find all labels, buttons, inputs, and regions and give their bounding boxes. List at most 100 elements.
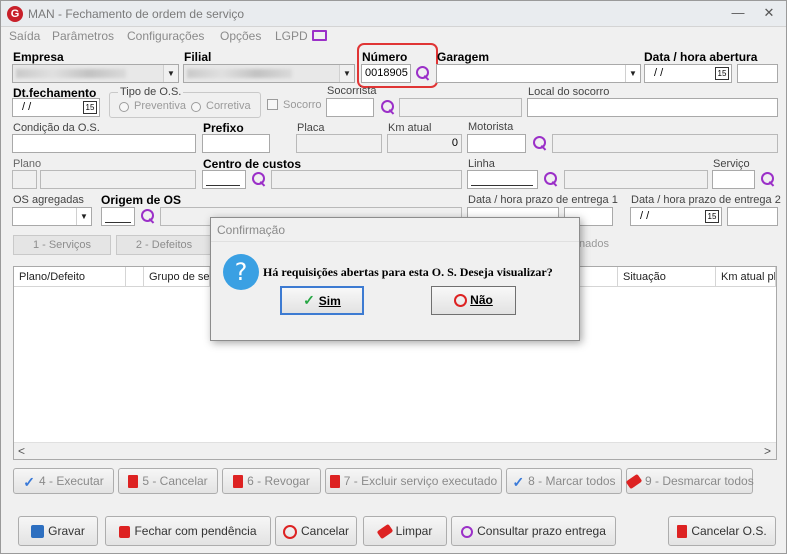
no-button[interactable]: Não bbox=[431, 286, 516, 315]
socorrista-field[interactable] bbox=[326, 98, 374, 117]
filial-select[interactable]: ▼ bbox=[183, 64, 355, 83]
excluir-servico-button[interactable]: 7 - Excluir serviço executado bbox=[325, 468, 502, 494]
gravar-button[interactable]: Gravar bbox=[18, 516, 98, 546]
empresa-select[interactable]: ▼ bbox=[12, 64, 179, 83]
cancelar-label: Cancelar bbox=[300, 524, 350, 538]
prazo2-field[interactable]: / / 15 bbox=[630, 207, 722, 226]
prazo2-value: / / bbox=[640, 210, 650, 222]
centro-custos-field[interactable] bbox=[202, 170, 246, 189]
dt-fechamento-field[interactable]: / / 15 bbox=[12, 98, 100, 117]
menu-lgpd[interactable]: LGPD bbox=[275, 29, 308, 43]
dt-fechamento-value: / / bbox=[22, 101, 32, 113]
motorista-name-field bbox=[552, 134, 778, 153]
minimize-button[interactable]: — bbox=[725, 4, 751, 22]
socorro-label: Socorro bbox=[283, 99, 322, 111]
menu-configuracoes[interactable]: Configurações bbox=[127, 29, 204, 43]
preventiva-radio[interactable] bbox=[119, 102, 129, 112]
search-icon[interactable] bbox=[251, 171, 267, 187]
data-abertura-field[interactable]: / / 15 bbox=[644, 64, 732, 83]
condicao-label: Condição da O.S. bbox=[13, 122, 100, 134]
marcar-todos-button[interactable]: ✓ 8 - Marcar todos bbox=[506, 468, 622, 494]
executar-label: 4 - Executar bbox=[39, 474, 104, 488]
dialog-title: Confirmação bbox=[211, 218, 579, 242]
col-situacao[interactable]: Situação bbox=[618, 267, 716, 287]
yes-button[interactable]: ✓ Sim bbox=[280, 286, 364, 315]
col-km-atual[interactable]: Km atual pl bbox=[716, 267, 776, 287]
search-icon[interactable] bbox=[140, 208, 156, 224]
search-icon[interactable] bbox=[760, 171, 776, 187]
corretiva-radio[interactable] bbox=[191, 102, 201, 112]
marcar-todos-label: 8 - Marcar todos bbox=[528, 474, 616, 488]
prazo2-hora-field[interactable] bbox=[727, 207, 778, 226]
scroll-left-icon[interactable]: < bbox=[18, 444, 25, 458]
menu-saida[interactable]: Saída bbox=[9, 29, 40, 43]
condicao-field[interactable] bbox=[12, 134, 196, 153]
os-agregadas-select[interactable]: ▼ bbox=[12, 207, 92, 226]
origem-os-label: Origem de OS bbox=[101, 193, 182, 207]
search-icon bbox=[461, 525, 474, 538]
servico-field[interactable] bbox=[712, 170, 755, 189]
menu-opcoes[interactable]: Opções bbox=[220, 29, 261, 43]
limpar-label: Limpar bbox=[395, 524, 433, 538]
question-icon: ? bbox=[223, 254, 259, 290]
prefixo-field[interactable] bbox=[202, 134, 270, 153]
data-abertura-label: Data / hora abertura bbox=[644, 50, 758, 64]
cancelar-os-button[interactable]: Cancelar O.S. bbox=[668, 516, 776, 546]
motorista-field[interactable] bbox=[467, 134, 526, 153]
scroll-right-icon[interactable]: > bbox=[764, 444, 771, 458]
garagem-select[interactable]: ▼ bbox=[436, 64, 641, 83]
numero-field[interactable]: 0018905 bbox=[361, 64, 411, 83]
prazo2-label: Data / hora prazo de entrega 2 bbox=[631, 194, 781, 206]
eraser-icon bbox=[625, 474, 643, 490]
monitor-icon[interactable] bbox=[312, 30, 327, 41]
check-icon: ✓ bbox=[303, 292, 319, 308]
menu-parametros[interactable]: Parâmetros bbox=[52, 29, 114, 43]
calendar-icon[interactable]: 15 bbox=[705, 210, 719, 223]
plano-code-field bbox=[12, 170, 37, 189]
excluir-servico-label: 7 - Excluir serviço executado bbox=[343, 474, 498, 488]
preventiva-label: Preventiva bbox=[134, 100, 186, 112]
desmarcar-todos-button[interactable]: 9 - Desmarcar todos bbox=[625, 468, 754, 494]
empresa-label: Empresa bbox=[13, 50, 64, 64]
cancelar-button[interactable]: Cancelar bbox=[275, 516, 357, 546]
cancelar-servico-button[interactable]: 5 - Cancelar bbox=[118, 468, 218, 494]
revogar-button[interactable]: 6 - Revogar bbox=[222, 468, 321, 494]
numero-label: Número bbox=[362, 50, 408, 64]
linha-field[interactable] bbox=[467, 170, 538, 189]
servico-label: Serviço bbox=[713, 158, 750, 170]
prazo1-label: Data / hora prazo de entrega 1 bbox=[468, 194, 618, 206]
col-checkbox[interactable] bbox=[126, 267, 144, 287]
centro-custos-name-field bbox=[271, 170, 462, 189]
horizontal-scrollbar[interactable]: < > bbox=[14, 442, 776, 459]
motorista-label: Motorista bbox=[468, 121, 514, 133]
origem-os-field[interactable] bbox=[101, 207, 135, 226]
desmarcar-todos-label: 9 - Desmarcar todos bbox=[645, 474, 754, 488]
limpar-button[interactable]: Limpar bbox=[363, 516, 447, 546]
close-button[interactable]: ✕ bbox=[756, 4, 782, 22]
consultar-prazo-button[interactable]: Consultar prazo entrega bbox=[451, 516, 616, 546]
local-socorro-field[interactable] bbox=[527, 98, 778, 117]
fechar-pendencia-button[interactable]: Fechar com pendência bbox=[105, 516, 271, 546]
col-grupo[interactable]: Grupo de se bbox=[144, 267, 210, 287]
search-icon[interactable] bbox=[415, 65, 431, 81]
socorro-checkbox[interactable] bbox=[267, 99, 278, 110]
calendar-icon[interactable]: 15 bbox=[715, 67, 729, 80]
tab-defeitos[interactable]: 2 - Defeitos bbox=[116, 235, 212, 255]
search-icon[interactable] bbox=[380, 99, 396, 115]
search-icon[interactable] bbox=[532, 135, 548, 151]
search-icon[interactable] bbox=[543, 171, 559, 187]
col-plano-defeito[interactable]: Plano/Defeito bbox=[14, 267, 126, 287]
socorrista-name-field bbox=[399, 98, 522, 117]
hora-abertura-field[interactable] bbox=[737, 64, 778, 83]
calendar-icon[interactable]: 15 bbox=[83, 101, 97, 114]
socorrista-label: Socorrista bbox=[327, 85, 377, 97]
tab-servicos[interactable]: 1 - Serviços bbox=[13, 235, 111, 255]
os-agregadas-label: OS agregadas bbox=[13, 194, 84, 206]
cancelar-os-label: Cancelar O.S. bbox=[691, 524, 767, 538]
garagem-label: Garagem bbox=[437, 50, 490, 64]
linha-name-field bbox=[564, 170, 708, 189]
trash-icon bbox=[233, 475, 244, 489]
plano-name-field bbox=[40, 170, 196, 189]
executar-button[interactable]: ✓ 4 - Executar bbox=[13, 468, 114, 494]
trash-icon bbox=[128, 475, 139, 489]
